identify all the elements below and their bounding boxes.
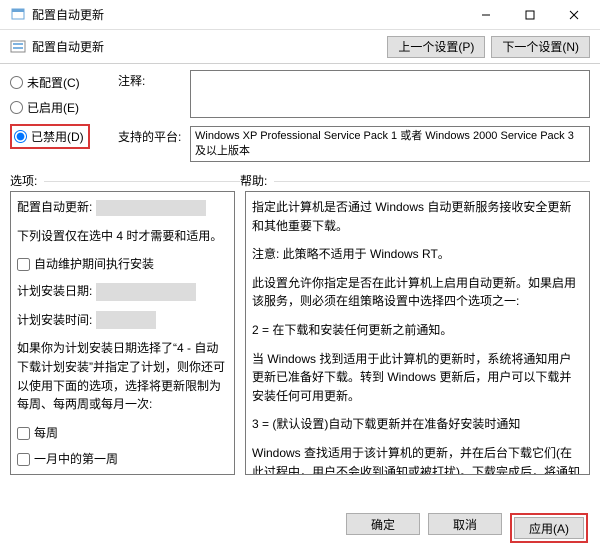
install-time-label: 计划安装时间:	[17, 313, 92, 327]
app-icon	[10, 7, 26, 23]
supported-platform-box[interactable]: Windows XP Professional Service Pack 1 或…	[190, 126, 590, 162]
titlebar: 配置自动更新	[0, 0, 600, 30]
minimize-button[interactable]	[464, 1, 508, 29]
help-text: Windows 查找适用于该计算机的更新，并在后台下载它们(在此过程中，用户不会…	[252, 444, 583, 475]
cb-label: 每周	[34, 424, 58, 443]
help-text: 3 = (默认设置)自动下载更新并在准备好安装时通知	[252, 415, 583, 434]
subheader: 配置自动更新 上一个设置(P) 下一个设置(N)	[0, 30, 600, 64]
help-pane[interactable]: 指定此计算机是否通过 Windows 自动更新服务接收安全更新和其他重要下载。 …	[245, 191, 590, 475]
radio-enabled[interactable]: 已启用(E)	[10, 99, 118, 116]
cb-maintenance[interactable]: 自动维护期间执行安装	[17, 255, 228, 274]
help-text: 当 Windows 找到适用于此计算机的更新时，系统将通知用户更新已准备好下载。…	[252, 350, 583, 406]
options-section-label: 选项:	[10, 174, 37, 188]
footer: 确定 取消 应用(A)	[0, 503, 600, 553]
close-button[interactable]	[552, 1, 596, 29]
highlight-disabled: 已禁用(D)	[10, 124, 90, 149]
radio-not-configured[interactable]: 未配置(C)	[10, 74, 118, 91]
install-time-combo	[96, 311, 156, 329]
cb-label: 一月中的第一周	[34, 450, 118, 469]
options-pane[interactable]: 配置自动更新: 下列设置仅在选中 4 时才需要和适用。 自动维护期间执行安装 计…	[10, 191, 235, 475]
config-combo-placeholder	[96, 200, 206, 216]
help-text: 指定此计算机是否通过 Windows 自动更新服务接收安全更新和其他重要下载。	[252, 198, 583, 235]
apply-button[interactable]: 应用(A)	[514, 517, 584, 539]
subheader-title: 配置自动更新	[32, 38, 387, 55]
cb-every-week[interactable]: 每周	[17, 424, 228, 443]
next-setting-button[interactable]: 下一个设置(N)	[491, 36, 590, 58]
options-tip: 如果你为计划安装日期选择了“4 - 自动下载计划安装”并指定了计划，则你还可以使…	[17, 339, 228, 413]
maximize-button[interactable]	[508, 1, 552, 29]
platform-label: 支持的平台:	[118, 126, 182, 162]
options-note: 下列设置仅在选中 4 时才需要和适用。	[17, 227, 228, 246]
comment-textarea[interactable]	[190, 70, 590, 118]
comment-label: 注释:	[118, 70, 182, 118]
help-text: 2 = 在下载和安装任何更新之前通知。	[252, 321, 583, 340]
highlight-apply: 应用(A)	[510, 513, 588, 543]
cb-label: 自动维护期间执行安装	[34, 255, 154, 274]
radio-label: 已启用(E)	[27, 99, 79, 116]
state-radio-group: 未配置(C) 已启用(E) 已禁用(D)	[10, 70, 118, 162]
radio-disabled[interactable]: 已禁用(D)	[14, 128, 84, 145]
cancel-button[interactable]: 取消	[428, 513, 502, 535]
radio-label: 未配置(C)	[27, 74, 80, 91]
install-day-combo	[96, 283, 196, 301]
radio-label: 已禁用(D)	[31, 128, 84, 145]
options-title: 配置自动更新:	[17, 200, 92, 214]
ok-button[interactable]: 确定	[346, 513, 420, 535]
window-title: 配置自动更新	[32, 6, 464, 23]
install-day-label: 计划安装日期:	[17, 284, 92, 298]
help-section-label: 帮助:	[240, 174, 267, 188]
prev-setting-button[interactable]: 上一个设置(P)	[387, 36, 485, 58]
cb-first-week[interactable]: 一月中的第一周	[17, 450, 228, 469]
policy-icon	[10, 39, 26, 55]
help-text: 此设置允许你指定是否在此计算机上启用自动更新。如果启用该服务，则必须在组策略设置…	[252, 274, 583, 311]
help-text: 注意: 此策略不适用于 Windows RT。	[252, 245, 583, 264]
